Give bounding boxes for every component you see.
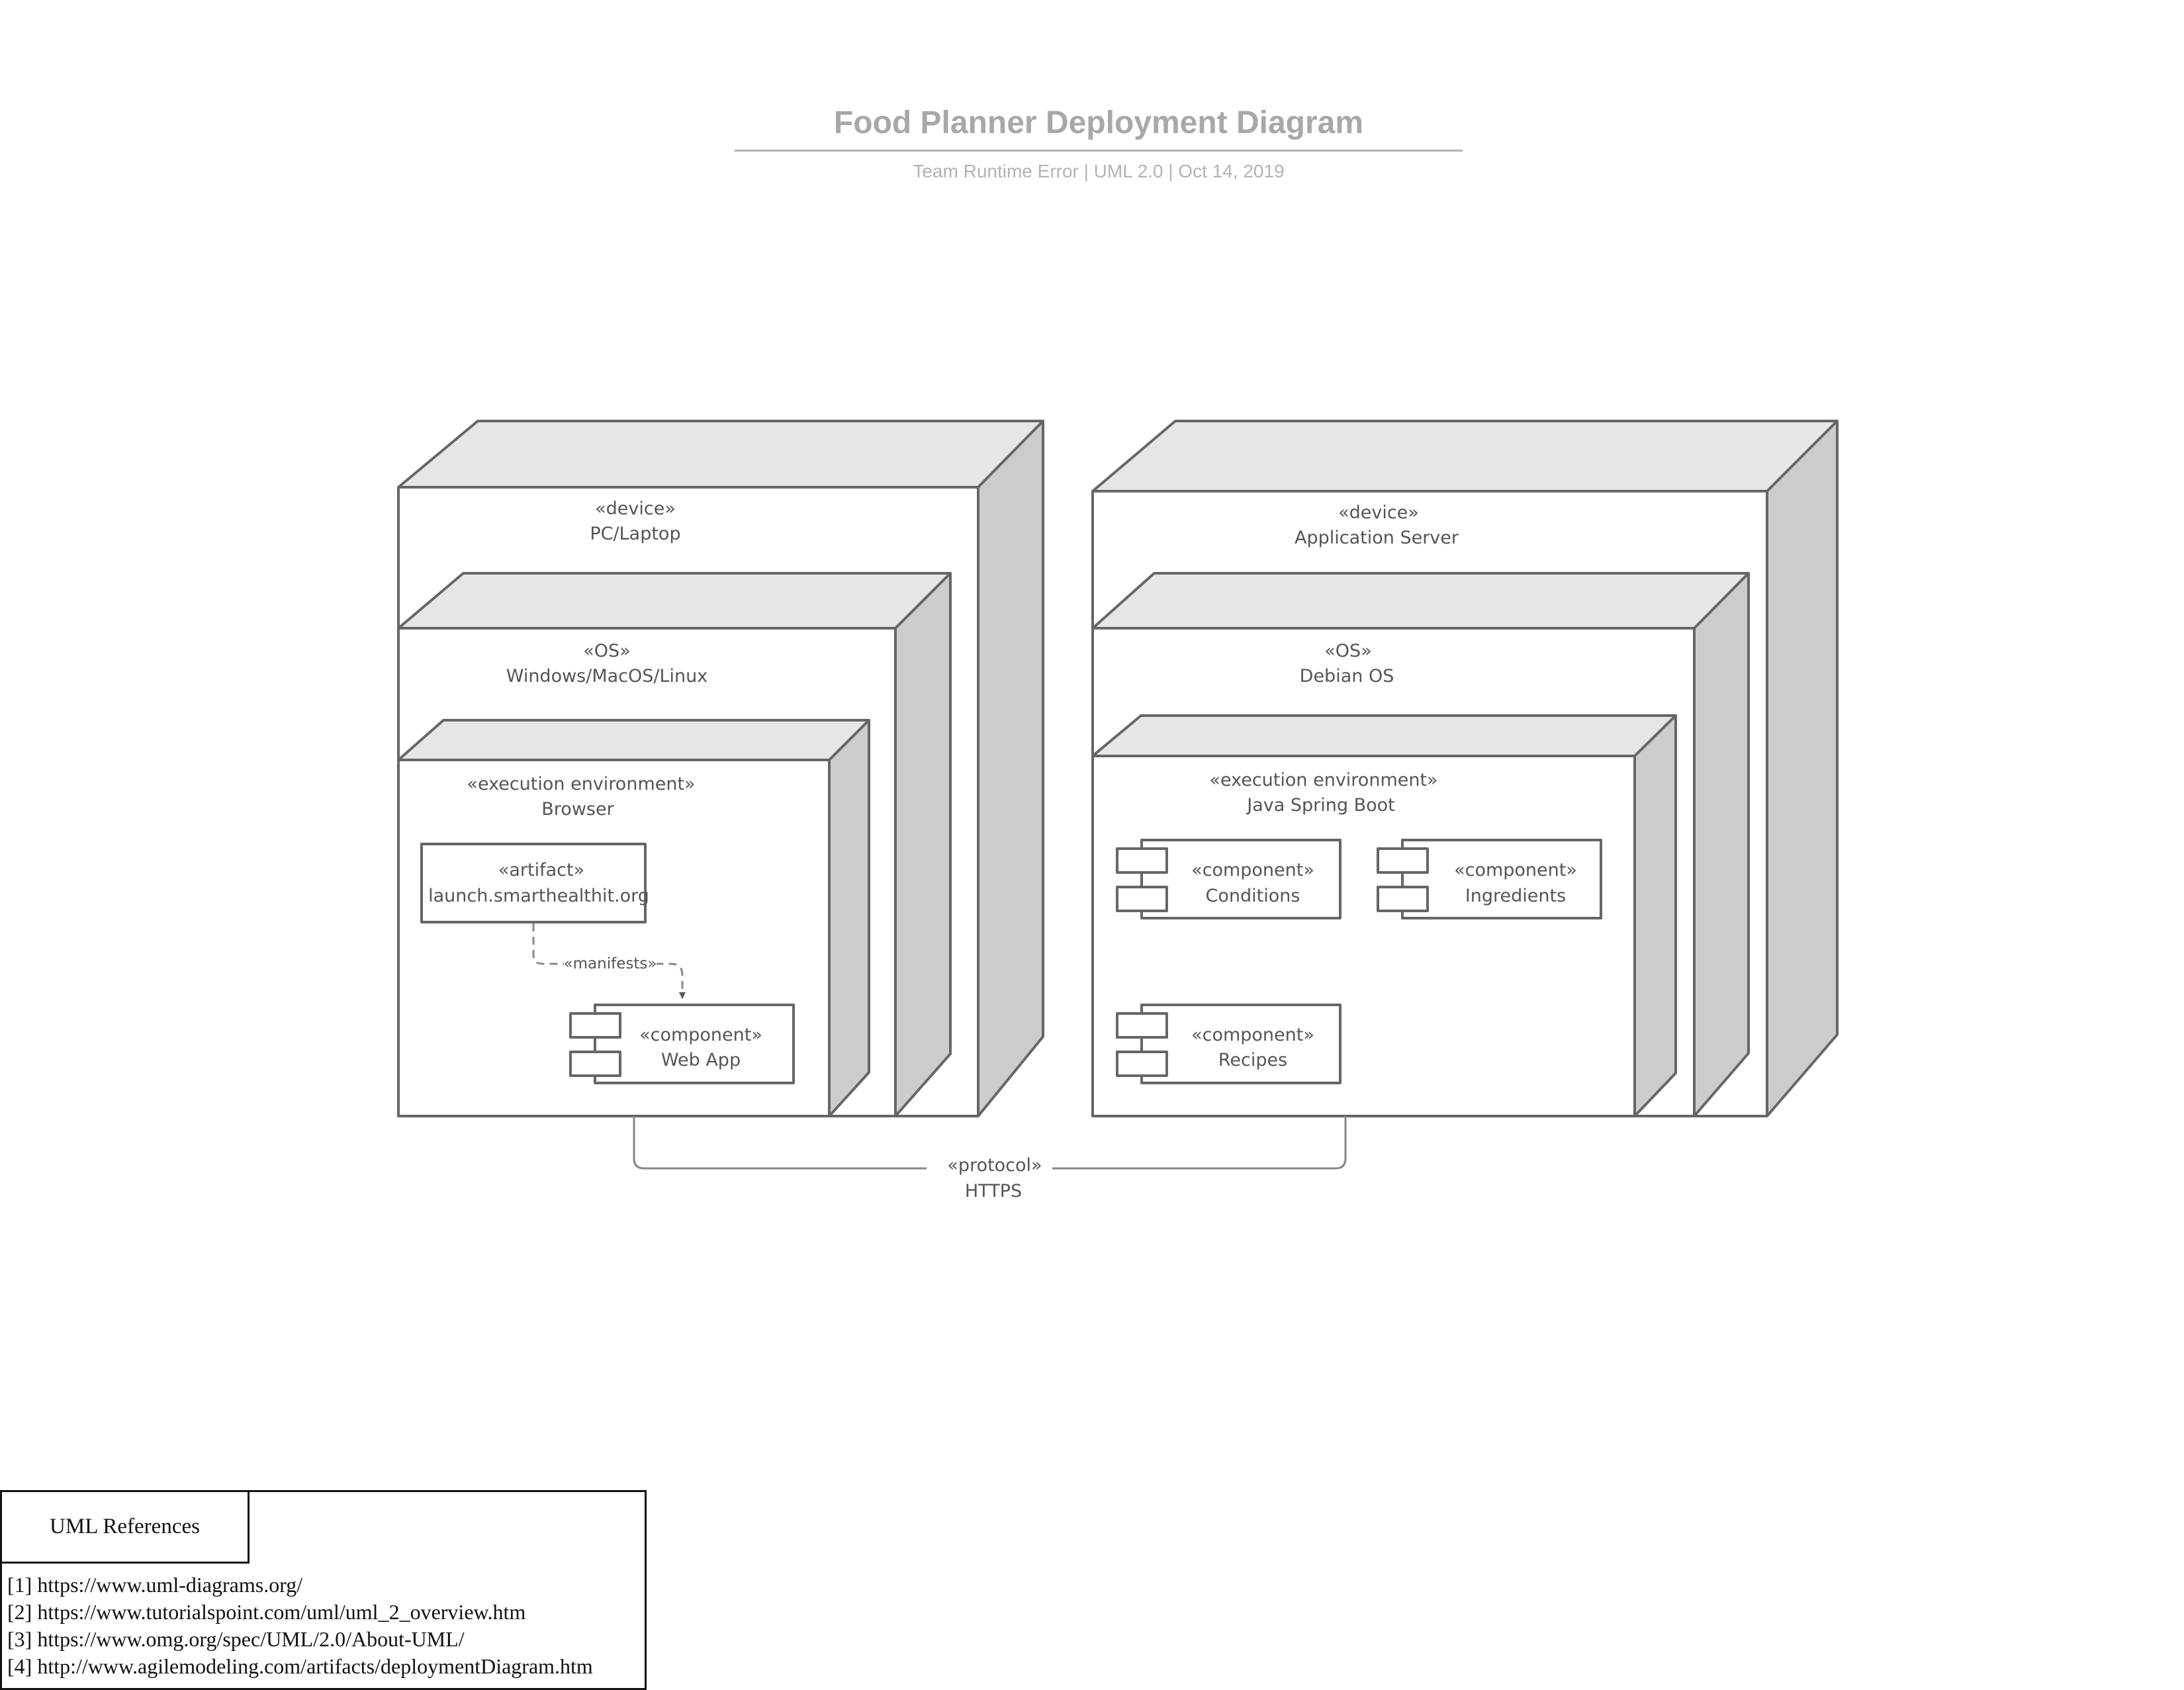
server-device-name: Application Server bbox=[1295, 528, 1459, 548]
reference-item: [3] https://www.omg.org/spec/UML/2.0/Abo… bbox=[7, 1627, 465, 1651]
reference-item: [2] https://www.tutorialspoint.com/uml/u… bbox=[7, 1600, 526, 1624]
uml-references-list: [1] https://www.uml-diagrams.org/ [2] ht… bbox=[7, 1572, 593, 1680]
browser-env-stereotype: «execution environment» bbox=[467, 774, 695, 794]
artifact-stereotype: «artifact» bbox=[498, 860, 584, 880]
conditions-name: Conditions bbox=[1206, 886, 1300, 906]
conditions-stereotype: «component» bbox=[1191, 860, 1314, 880]
artifact-name: launch.smarthealthit.org bbox=[428, 886, 649, 906]
server-os-name: Debian OS bbox=[1300, 666, 1394, 686]
browser-env-name: Browser bbox=[541, 799, 614, 820]
protocol-stereotype: «protocol» bbox=[947, 1155, 1042, 1176]
web-app-stereotype: «component» bbox=[639, 1025, 762, 1045]
reference-item: [4] http://www.agilemodeling.com/artifac… bbox=[7, 1654, 593, 1678]
artifact-box[interactable] bbox=[420, 843, 647, 923]
uml-references-title: UML References bbox=[2, 1492, 250, 1564]
uml-references-panel: UML References [1] https://www.uml-diagr… bbox=[0, 1490, 647, 1690]
client-device-name: PC/Laptop bbox=[590, 524, 680, 544]
client-os-stereotype: «OS» bbox=[583, 641, 630, 661]
ingredients-stereotype: «component» bbox=[1454, 860, 1577, 880]
web-app-name: Web App bbox=[661, 1050, 741, 1070]
spring-env-stereotype: «execution environment» bbox=[1209, 770, 1437, 790]
client-os-name: Windows/MacOS/Linux bbox=[506, 666, 708, 686]
deployment-diagram: «device» PC/Laptop «OS» Windows/MacOS/Li… bbox=[397, 420, 1839, 1201]
manifests-label: «manifests» bbox=[564, 955, 657, 972]
reference-item: [1] https://www.uml-diagrams.org/ bbox=[7, 1573, 303, 1597]
spring-env-name: Java Spring Boot bbox=[1246, 795, 1394, 816]
protocol-name: HTTPS bbox=[965, 1181, 1022, 1201]
server-device-stereotype: «device» bbox=[1338, 502, 1419, 523]
client-device-stereotype: «device» bbox=[595, 498, 676, 519]
recipes-stereotype: «component» bbox=[1191, 1025, 1314, 1045]
server-os-stereotype: «OS» bbox=[1324, 641, 1371, 661]
ingredients-name: Ingredients bbox=[1465, 886, 1566, 906]
recipes-name: Recipes bbox=[1218, 1050, 1287, 1070]
